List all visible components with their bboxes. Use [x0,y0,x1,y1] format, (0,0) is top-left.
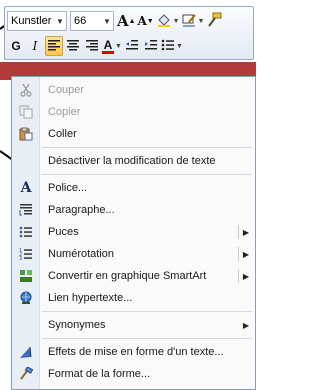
text-effects-icon [12,341,40,363]
font-size-combo[interactable]: 66 ▼ [70,11,114,31]
mini-toolbar: Kunstler ▼ 66 ▼ A ▲ A ▼ ▼ ▼ G I A ▼ ▼ [4,6,254,60]
font-size-value: 66 [74,15,87,27]
chevron-down-icon: ▼ [115,42,122,50]
pen-outline-icon [181,12,197,31]
numbering-icon: 123 [12,243,40,265]
menu-item-hyperlink[interactable]: Lien hypertexte... [12,287,255,309]
font-color-button[interactable]: A ▼ [102,36,122,56]
copy-icon [12,101,40,123]
align-right-icon [85,39,99,54]
grow-font-button[interactable]: A ▲ [117,11,136,31]
menu-item-font[interactable]: A Police... [12,177,255,199]
italic-button[interactable]: I [26,36,44,56]
chevron-down-icon: ▼ [197,17,205,25]
paint-bucket-icon [156,12,172,31]
svg-text:3: 3 [19,256,22,261]
increase-indent-button[interactable] [142,36,160,56]
format-shape-icon [12,363,40,385]
menu-item-paragraph[interactable]: Paragraphe... [12,199,255,221]
bold-button[interactable]: G [7,36,25,56]
chevron-down-icon: ▼ [175,42,183,50]
scissors-icon [12,79,40,101]
font-color-swatch [102,50,114,54]
align-center-icon [66,39,80,54]
menu-item-text-effects[interactable]: Effets de mise en forme d'un texte... [12,341,255,363]
bullets-icon [161,39,175,54]
chevron-down-icon: ▼ [172,17,180,25]
menu-item-smartart[interactable]: Convertir en graphique SmartArt ▶ [12,265,255,287]
align-right-button[interactable] [83,36,101,56]
menu-item-cut[interactable]: Couper [12,79,255,101]
chevron-right-icon: ▶ [242,320,249,330]
font-name-value: Kunstler [11,15,52,27]
menu-item-format-shape[interactable]: Format de la forme... [12,363,255,385]
menu-item-synonyms[interactable]: Synonymes ▶ [12,314,255,336]
paragraph-icon [12,199,40,221]
format-painter-button[interactable] [205,11,223,31]
menu-item-numbering[interactable]: 123 Numérotation ▶ [12,243,255,265]
menu-item-copy[interactable]: Copier [12,101,255,123]
increase-indent-icon [144,39,158,54]
align-center-button[interactable] [64,36,82,56]
align-left-icon [47,39,61,54]
align-left-button[interactable] [45,36,63,56]
format-painter-icon [206,12,222,31]
shrink-font-button[interactable]: A ▼ [137,11,155,31]
outline-color-button[interactable]: ▼ [181,11,205,31]
menu-item-paste[interactable]: Coller [12,123,255,145]
menu-separator [42,147,252,148]
menu-item-disable-text-edit[interactable]: Désactiver la modification de texte [12,150,255,172]
chevron-right-icon: ▶ [242,249,249,259]
paste-icon [12,123,40,145]
context-menu: Couper Copier Coller Désactiver la modif… [11,76,256,390]
smartart-icon [12,265,40,287]
chevron-down-icon: ▼ [103,16,111,26]
bullets-button[interactable]: ▼ [161,36,183,56]
font-name-combo[interactable]: Kunstler ▼ [7,11,67,31]
menu-item-bullets[interactable]: Puces ▶ [12,221,255,243]
chevron-right-icon: ▶ [242,227,249,237]
chevron-down-icon: ▼ [56,16,64,26]
font-icon: A [20,180,32,196]
menu-separator [42,338,252,339]
bullets-icon [12,221,40,243]
decrease-indent-button[interactable] [123,36,141,56]
menu-separator [42,174,252,175]
highlight-button[interactable]: ▼ [156,11,180,31]
decrease-indent-icon [125,39,139,54]
menu-separator [42,311,252,312]
chevron-right-icon: ▶ [242,271,249,281]
hyperlink-icon [12,287,40,309]
